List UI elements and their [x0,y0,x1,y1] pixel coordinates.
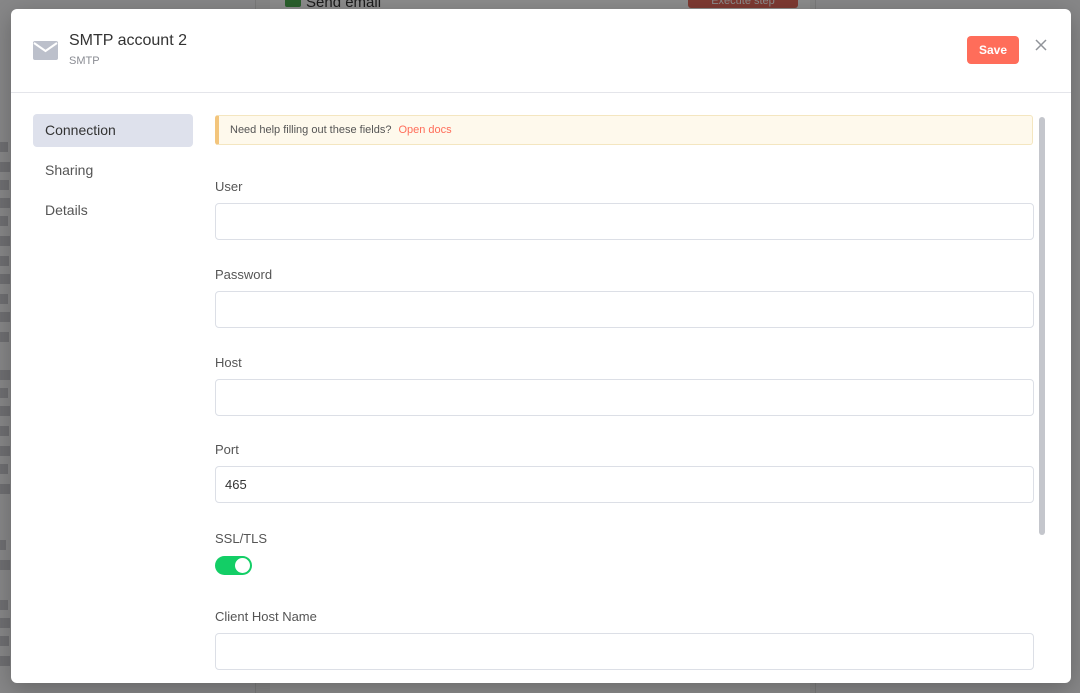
client-host-name-input[interactable] [215,633,1034,670]
close-icon [1035,39,1047,51]
save-button[interactable]: Save [967,36,1019,64]
open-docs-link[interactable]: Open docs [398,124,451,136]
modal-title: SMTP account 2 [69,32,187,49]
envelope-icon [33,41,58,60]
ssl-tls-toggle[interactable] [215,556,252,575]
help-notice: Need help filling out these fields? Open… [215,115,1033,145]
background-email-icon [285,0,301,7]
password-input[interactable] [215,291,1034,328]
host-label: Host [215,355,242,370]
port-label: Port [215,442,239,457]
help-notice-text: Need help filling out these fields? [230,124,392,136]
client-host-name-label: Client Host Name [215,609,317,624]
toggle-knob [235,558,250,573]
modal-subtitle: SMTP [69,55,100,67]
ssl-tls-label: SSL/TLS [215,531,268,546]
close-button[interactable] [1033,37,1049,53]
modal-header: SMTP account 2 SMTP Save [11,9,1071,93]
background-execute-button: Execute step [688,0,798,8]
sidebar-item-connection[interactable]: Connection [33,114,193,147]
user-input[interactable] [215,203,1034,240]
port-input[interactable] [215,466,1034,503]
form-scrollbar[interactable] [1038,117,1046,683]
sidebar-item-details[interactable]: Details [33,194,193,227]
sidebar-item-sharing[interactable]: Sharing [33,154,193,187]
password-label: Password [215,267,273,282]
host-input[interactable] [215,379,1034,416]
user-label: User [215,179,243,194]
modal-sidebar: Connection Sharing Details [33,114,193,234]
connection-form: Need help filling out these fields? Open… [215,115,1035,683]
scrollbar-thumb[interactable] [1039,117,1045,535]
credential-modal: SMTP account 2 SMTP Save Connection Shar… [11,9,1071,683]
